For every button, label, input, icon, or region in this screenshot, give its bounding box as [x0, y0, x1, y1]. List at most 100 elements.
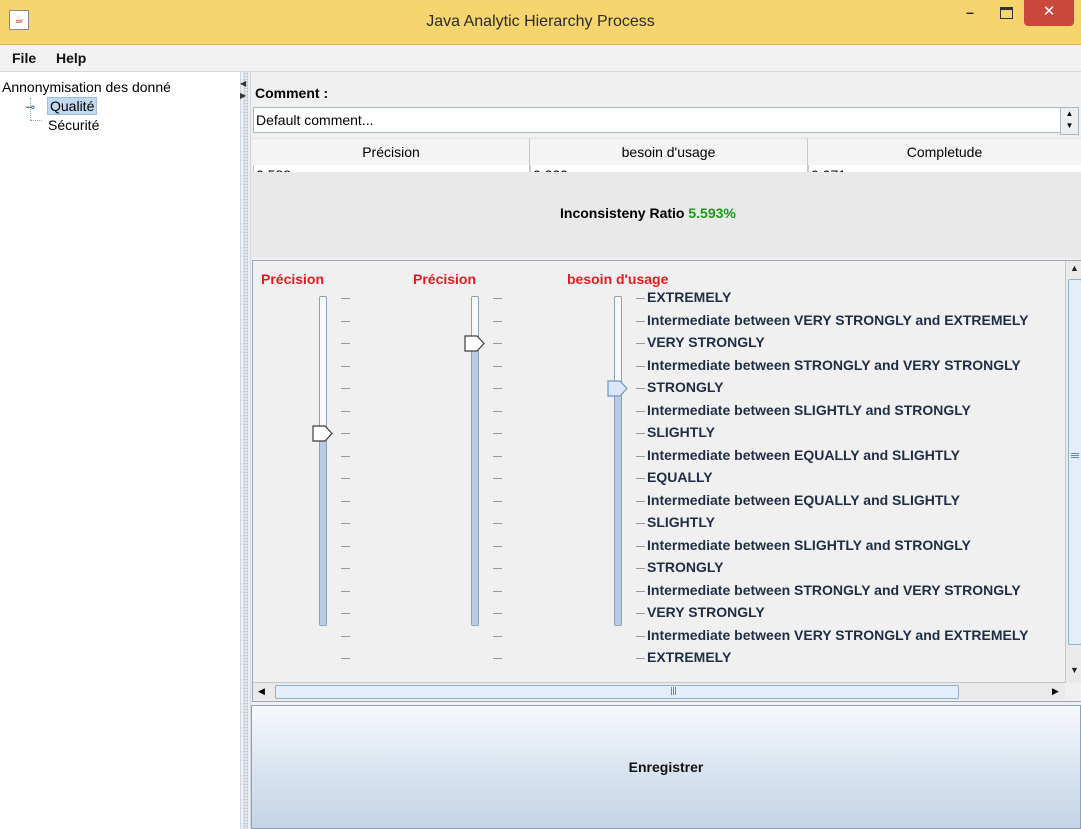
- slider-option-label: STRONGLY: [647, 559, 724, 575]
- comment-field[interactable]: Default comment...: [253, 107, 1061, 133]
- slider-tick: [636, 590, 645, 592]
- slider-option-label: Intermediate between EQUALLY and SLIGHTL…: [647, 446, 960, 463]
- slider-tick: [636, 500, 645, 502]
- save-button[interactable]: Enregistrer: [251, 705, 1081, 829]
- slider-tick: [493, 298, 502, 299]
- slider-tick: [636, 388, 645, 389]
- weights-header: besoin d'usage: [530, 138, 808, 166]
- inconsistency-label: Inconsisteny Ratio: [560, 205, 685, 221]
- slider-tick: [341, 590, 350, 592]
- tree-node-handle-icon[interactable]: ⊸: [25, 100, 35, 114]
- slider-option-label: Intermediate between STRONGLY and VERY S…: [647, 581, 1021, 598]
- slider-tick: [636, 433, 645, 434]
- slider-tick: [341, 523, 350, 524]
- split-arrows-icon[interactable]: ◀ ▶: [240, 78, 246, 102]
- slider-tick: [341, 365, 350, 367]
- slider-tick: [636, 365, 645, 367]
- slider-tick: [636, 298, 645, 299]
- slider-option-label: VERY STRONGLY: [647, 604, 765, 620]
- slider-thumb[interactable]: [607, 380, 628, 397]
- comparison-slider-track[interactable]: [614, 296, 622, 626]
- slider-option-label: VERY STRONGLY: [647, 334, 765, 350]
- slider-option-label: Intermediate between SLIGHTLY and STRONG…: [647, 536, 971, 553]
- slider-tick: [636, 613, 645, 614]
- slider-tick: [493, 545, 502, 547]
- sliders-scroll-pane: Précision Précision besoin d'usage ▲ ▼ ◀…: [252, 260, 1081, 702]
- slider-tick: [341, 500, 350, 502]
- slider-label: Précision: [261, 271, 325, 287]
- close-button[interactable]: ✕: [1024, 0, 1074, 26]
- weights-header: Précision: [253, 138, 530, 166]
- weights-header: Completude: [808, 138, 1081, 166]
- comment-scroll-arrows-icon[interactable]: ▲ ▼: [1060, 107, 1079, 135]
- slider-tick: [341, 545, 350, 547]
- comment-label: Comment :: [255, 85, 329, 101]
- menu-file[interactable]: File: [12, 50, 36, 66]
- slider-tick: [341, 320, 350, 322]
- comparison-slider-track[interactable]: [319, 296, 327, 626]
- slider-tick: [341, 613, 350, 614]
- slider-tick: [341, 568, 350, 569]
- slider-tick: [341, 635, 350, 637]
- horizontal-scroll-thumb[interactable]: [275, 685, 959, 699]
- slider-tick: [493, 568, 502, 569]
- slider-tick: [341, 410, 350, 412]
- slider-tick: [493, 320, 502, 322]
- slider-tick: [636, 545, 645, 547]
- slider-tick: [636, 658, 645, 659]
- scroll-right-icon[interactable]: ▶: [1047, 683, 1064, 700]
- slider-tick: [636, 523, 645, 524]
- vertical-scroll-thumb[interactable]: [1068, 279, 1081, 645]
- slider-option-label: EXTREMELY: [647, 289, 732, 305]
- slider-option-label: Intermediate between VERY STRONGLY and E…: [647, 311, 1029, 328]
- inconsistency-area: Inconsisteny Ratio 5.593%: [251, 172, 1081, 258]
- tree-connector: [30, 120, 42, 121]
- slider-tick: [493, 500, 502, 502]
- scroll-left-icon[interactable]: ◀: [253, 683, 270, 700]
- menu-bar: File Help: [0, 45, 1081, 72]
- tree-item-securite[interactable]: Sécurité: [48, 117, 99, 133]
- slider-tick: [493, 365, 502, 367]
- slider-option-label: EQUALLY: [647, 469, 713, 485]
- slider-option-label: SLIGHTLY: [647, 514, 715, 530]
- inconsistency-value: 5.593%: [688, 205, 736, 221]
- vertical-scrollbar[interactable]: ▲ ▼: [1065, 261, 1081, 683]
- slider-tick: [636, 343, 645, 344]
- slider-tick: [341, 433, 350, 434]
- scroll-up-icon[interactable]: ▲: [1066, 261, 1081, 276]
- slider-tick: [493, 658, 502, 659]
- criteria-tree: Annonymisation des donné: [0, 72, 240, 829]
- slider-tick: [493, 590, 502, 592]
- slider-option-label: EXTREMELY: [647, 649, 732, 665]
- horizontal-scrollbar[interactable]: ◀ ▶: [253, 682, 1065, 700]
- split-pane-divider[interactable]: [240, 72, 251, 829]
- scroll-down-icon[interactable]: ▼: [1066, 663, 1081, 678]
- slider-tick: [493, 343, 502, 344]
- slider-tick: [341, 455, 350, 457]
- tree-item-qualite[interactable]: Qualité: [47, 97, 98, 115]
- slider-label: Précision: [413, 271, 477, 287]
- slider-label: besoin d'usage: [567, 271, 669, 287]
- comparison-panel: Comment : Default comment... ▲ ▼ Précisio…: [251, 72, 1081, 829]
- slider-tick: [341, 343, 350, 344]
- slider-option-label: SLIGHTLY: [647, 424, 715, 440]
- title-bar: ☕ Java Analytic Hierarchy Process – ✕: [0, 0, 1081, 45]
- minimize-button[interactable]: –: [956, 0, 984, 26]
- slider-option-label: STRONGLY: [647, 379, 724, 395]
- slider-option-label: Intermediate between EQUALLY and SLIGHTL…: [647, 491, 960, 508]
- slider-tick: [493, 523, 502, 524]
- slider-tick: [493, 613, 502, 614]
- tree-root[interactable]: Annonymisation des donné: [2, 79, 238, 95]
- slider-tick: [636, 320, 645, 322]
- slider-thumb[interactable]: [312, 425, 333, 442]
- slider-tick: [636, 635, 645, 637]
- window-title: Java Analytic Hierarchy Process: [426, 13, 655, 30]
- slider-tick: [493, 410, 502, 412]
- slider-tick: [341, 658, 350, 659]
- menu-help[interactable]: Help: [56, 50, 86, 66]
- slider-thumb[interactable]: [464, 335, 485, 352]
- maximize-button[interactable]: [992, 0, 1020, 26]
- slider-tick: [493, 455, 502, 457]
- maximize-icon: [999, 7, 1013, 20]
- slider-option-label: Intermediate between VERY STRONGLY and E…: [647, 626, 1029, 643]
